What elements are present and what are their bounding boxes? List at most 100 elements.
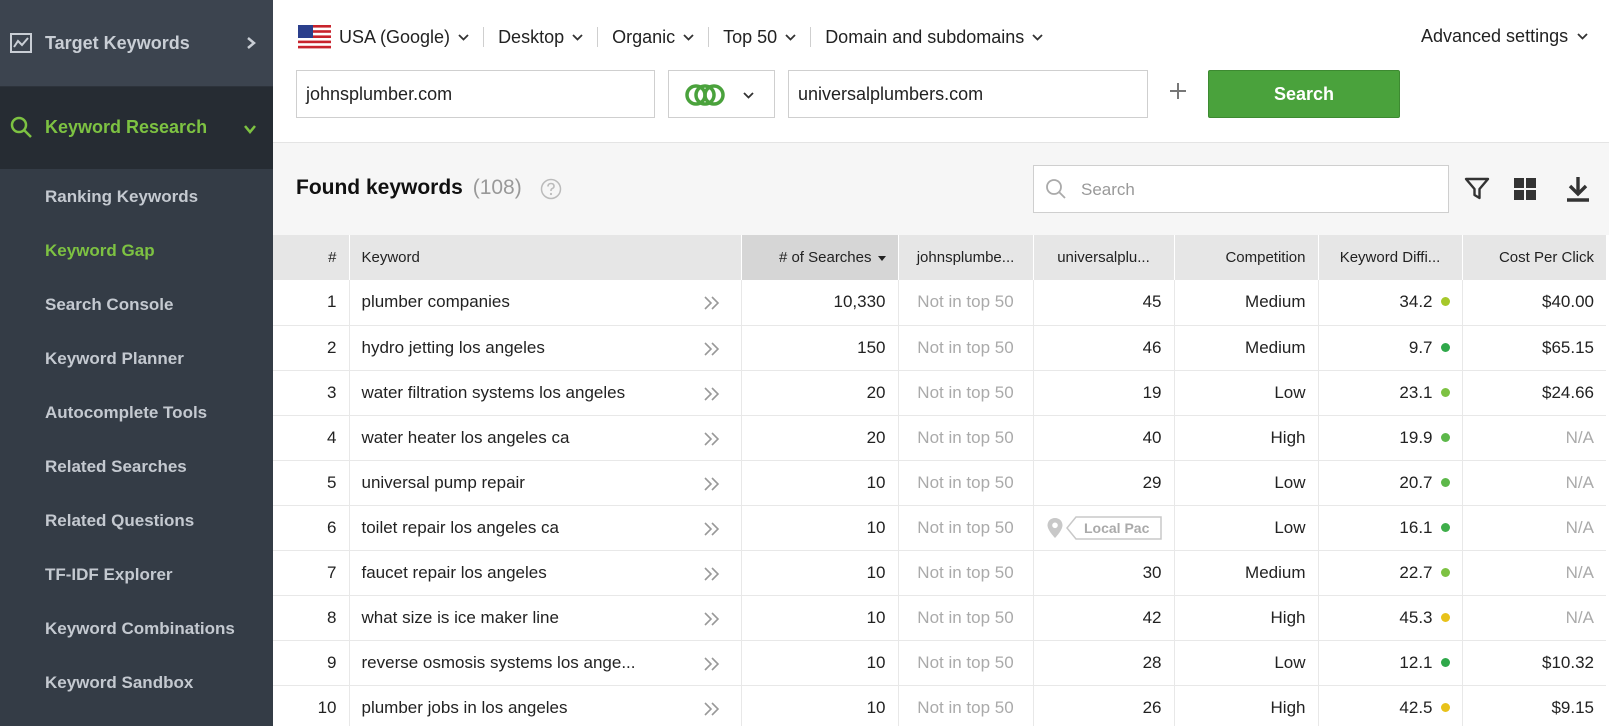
double-chevron-right-icon[interactable] [703, 296, 721, 310]
table-row[interactable]: 9 reverse osmosis systems los ange... 10 No… [273, 640, 1606, 686]
difficulty-value: 16.1 [1399, 517, 1433, 537]
sidebar-item-related-searches[interactable]: Related Searches [45, 457, 187, 477]
sidebar-item-keyword-planner[interactable]: Keyword Planner [45, 349, 184, 369]
scope-dropdown[interactable]: Domain and subdomains [810, 27, 1057, 47]
double-chevron-right-icon[interactable] [703, 521, 721, 536]
col-header-competition[interactable]: Competition [1173, 235, 1318, 280]
device-value: Desktop [498, 26, 565, 47]
double-chevron-right-icon[interactable] [703, 476, 721, 491]
add-domain-icon[interactable] [1167, 80, 1189, 102]
table-row[interactable]: 4 water heater los angeles ca 20 Not in top… [273, 415, 1606, 461]
device-dropdown[interactable]: Desktop [483, 27, 597, 47]
results-title-text: Found keywords [296, 176, 463, 199]
double-chevron-right-icon[interactable] [703, 431, 721, 446]
cell-competition: Medium [1173, 550, 1318, 596]
double-chevron-right-icon[interactable] [703, 566, 721, 581]
chevron-down-icon [785, 33, 796, 41]
comparison-mode-dropdown[interactable] [668, 70, 775, 118]
advanced-settings-dropdown[interactable]: Advanced settings [1421, 26, 1588, 47]
difficulty-value: 20.7 [1399, 472, 1433, 492]
chevron-down-icon [683, 33, 694, 41]
results-title: Found keywords (108) [296, 176, 522, 200]
table-row[interactable]: 3 water filtration systems los angeles 20 N… [273, 370, 1606, 416]
sidebar-section-keyword-research[interactable]: Keyword Research [0, 87, 273, 169]
keyword-text: plumber companies [361, 292, 510, 312]
sidebar-item-target-keywords[interactable]: Target Keywords [0, 0, 273, 87]
cell-cpc: $10.32 [1461, 640, 1606, 686]
keyword-search-input[interactable]: Search [1033, 165, 1449, 213]
sidebar-item-tf-idf-explorer[interactable]: TF-IDF Explorer [45, 565, 173, 585]
cell-cpc: $9.15 [1461, 685, 1606, 726]
cell-domain2: 28 [1032, 640, 1174, 686]
cell-keyword: reverse osmosis systems los ange... [348, 640, 741, 686]
sidebar-item-ranking-keywords[interactable]: Ranking Keywords [45, 187, 198, 207]
cell-domain1: Not in top 50 [897, 505, 1033, 551]
search-button[interactable]: Search [1208, 70, 1400, 118]
col-header-domain2[interactable]: universalplu... [1032, 235, 1174, 280]
col-header-searches[interactable]: # of Searches [740, 235, 898, 280]
download-icon[interactable] [1565, 175, 1591, 203]
search-icon [1046, 179, 1066, 199]
table-row[interactable]: 8 what size is ice maker line 10 Not in top… [273, 595, 1606, 641]
chart-line-icon [10, 33, 32, 53]
double-chevron-right-icon[interactable] [703, 341, 721, 356]
sidebar-item-keyword-sandbox[interactable]: Keyword Sandbox [45, 673, 193, 693]
cell-searches: 10 [740, 505, 898, 551]
filter-bar: USA (Google) Desktop Organic Top 50 Doma… [298, 24, 1057, 50]
cell-keyword: faucet repair los angeles [348, 550, 741, 596]
double-chevron-right-icon[interactable] [703, 611, 721, 626]
table-row[interactable]: 10 plumber jobs in los angeles 10 Not in to… [273, 685, 1606, 726]
col-header-difficulty[interactable]: Keyword Diffi... [1317, 235, 1462, 280]
cell-cpc: $24.66 [1461, 370, 1606, 416]
table-row[interactable]: 5 universal pump repair 10 Not in top 50 29 L… [273, 460, 1606, 506]
cell-domain2: 46 [1032, 325, 1174, 371]
cell-domain1: Not in top 50 [897, 415, 1033, 461]
cell-num: 7 [273, 550, 349, 596]
filter-icon[interactable] [1464, 175, 1490, 203]
difficulty-dot [1440, 297, 1450, 307]
difficulty-dot [1440, 522, 1450, 532]
table-row[interactable]: 2 hydro jetting los angeles 150 Not in top … [273, 325, 1606, 371]
cell-keyword: plumber jobs in los angeles [348, 685, 741, 726]
difficulty-dot [1440, 342, 1450, 352]
help-icon[interactable] [540, 178, 562, 200]
sidebar-item-related-questions[interactable]: Related Questions [45, 511, 194, 531]
domain1-input[interactable]: johnsplumber.com [296, 70, 655, 118]
sidebar-section-label: Keyword Research [45, 117, 208, 137]
col-header-keyword[interactable]: Keyword [348, 235, 741, 280]
columns-grid-icon[interactable] [1512, 175, 1538, 203]
col-header-cpc[interactable]: Cost Per Click [1461, 235, 1606, 280]
cell-keyword: toilet repair los angeles ca [348, 505, 741, 551]
col-header-num[interactable]: # [273, 235, 349, 280]
cell-num: 4 [273, 415, 349, 461]
cell-competition: High [1173, 595, 1318, 641]
type-dropdown[interactable]: Organic [597, 27, 708, 47]
location-dropdown[interactable]: USA (Google) [298, 25, 483, 49]
table-row[interactable]: 6 toilet repair los angeles ca 10 Not in to… [273, 505, 1606, 551]
cell-competition: Low [1173, 460, 1318, 506]
cell-domain1: Not in top 50 [897, 460, 1033, 506]
cell-competition: Low [1173, 370, 1318, 416]
double-chevron-right-icon[interactable] [703, 386, 721, 401]
domain2-input[interactable]: universalplumbers.com [788, 70, 1148, 118]
table-row[interactable]: 1 plumber companies 10,330 Not in top 50 45 M… [273, 280, 1606, 326]
difficulty-value: 42.5 [1399, 697, 1433, 717]
difficulty-dot [1440, 702, 1450, 712]
top-dropdown[interactable]: Top 50 [708, 27, 810, 47]
sidebar-item-search-console[interactable]: Search Console [45, 295, 174, 315]
cell-searches: 10 [740, 640, 898, 686]
chevron-down-icon [743, 92, 754, 99]
cell-domain1: Not in top 50 [897, 685, 1033, 726]
table-row[interactable]: 7 faucet repair los angeles 10 Not in top 5… [273, 550, 1606, 596]
cell-keyword: universal pump repair [348, 460, 741, 506]
sidebar-item-keyword-gap[interactable]: Keyword Gap [45, 241, 155, 261]
sidebar-item-autocomplete-tools[interactable]: Autocomplete Tools [45, 403, 207, 423]
double-chevron-right-icon[interactable] [703, 701, 721, 716]
scope-value: Domain and subdomains [825, 26, 1025, 47]
sidebar-item-keyword-combinations[interactable]: Keyword Combinations [45, 619, 235, 639]
cell-domain1: Not in top 50 [897, 640, 1033, 686]
cell-difficulty: 19.9 [1317, 415, 1462, 461]
double-chevron-right-icon[interactable] [703, 656, 721, 671]
cell-difficulty: 23.1 [1317, 370, 1462, 416]
col-header-domain1[interactable]: johnsplumbe... [897, 235, 1033, 280]
